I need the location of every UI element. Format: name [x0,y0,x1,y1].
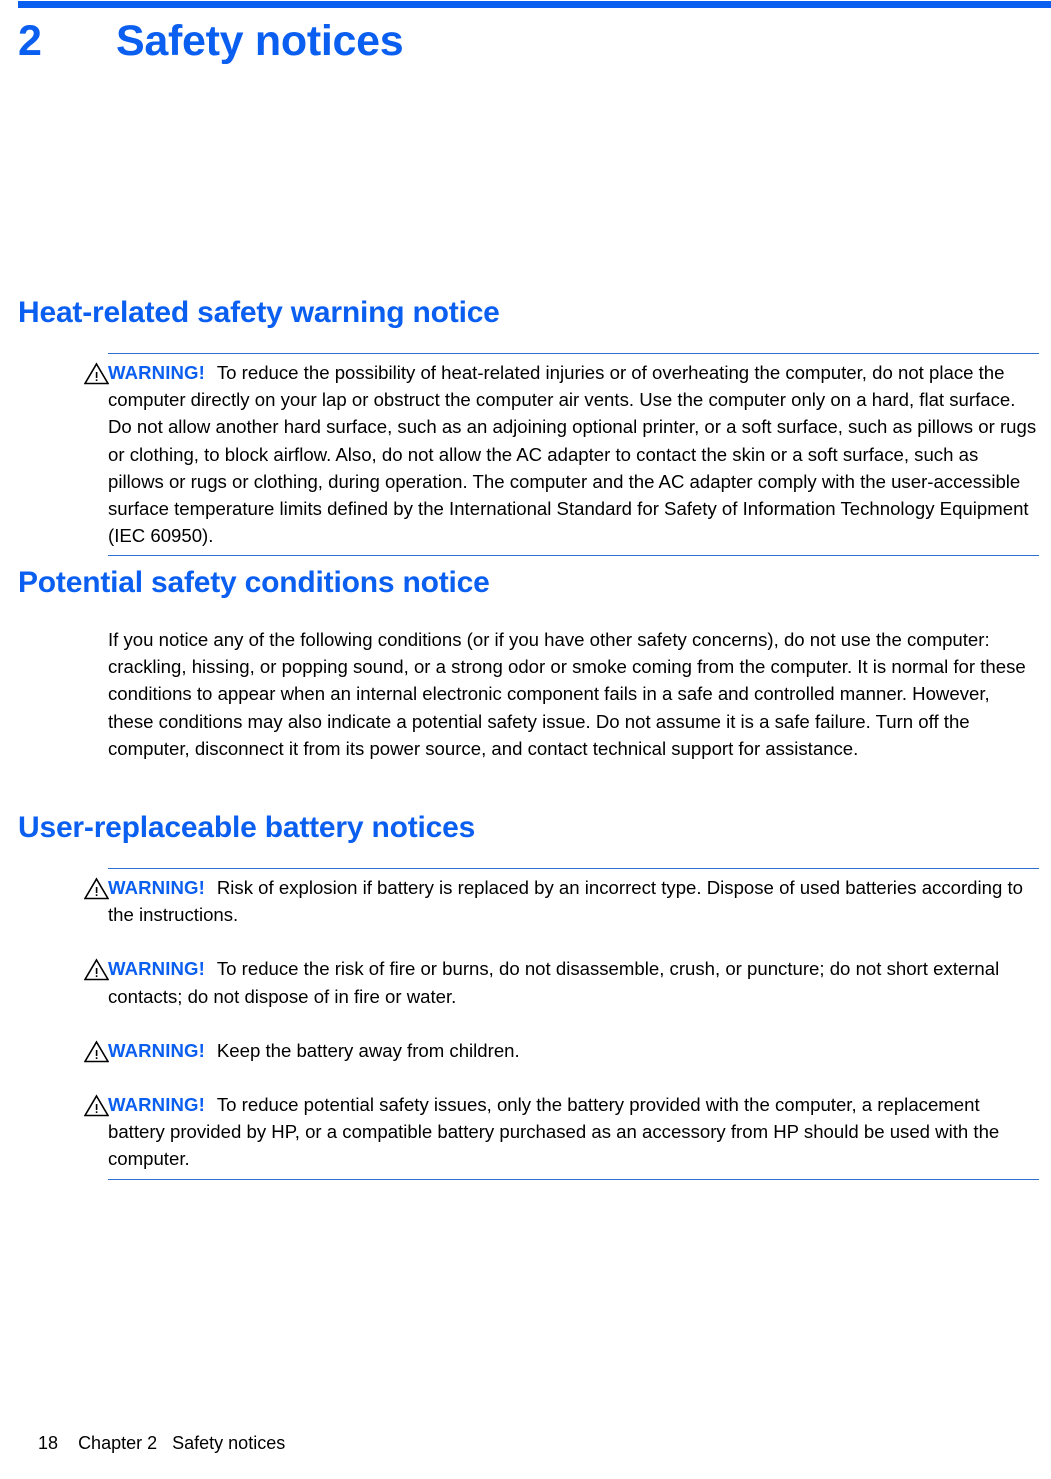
page-title: 2 Safety notices [18,17,1018,66]
warning-note: WARNING! To reduce the possibility of hea… [18,353,1045,557]
footer-page-number: 18 [38,1433,59,1453]
footer-chapter-ref: Chapter 2 [78,1433,158,1453]
warning-note-paragraph: WARNING! Risk of explosion if battery is … [108,874,1039,928]
warning-label: WARNING! [108,1039,205,1061]
warning-label: WARNING! [108,1094,205,1116]
section-potential-safety: Potential safety conditions notice If yo… [18,566,1045,762]
section-heading: User-replaceable battery notices [18,811,476,844]
warning-triangle-icon [83,362,110,385]
page-footer: 18 Chapter 2 Safety notices [18,1407,285,1479]
warning-label: WARNING! [108,362,205,383]
warning-triangle-icon [83,1094,110,1117]
header-rule [18,1,1051,8]
warning-triangle-icon [83,877,110,900]
section-heading: Potential safety conditions notice [18,566,490,599]
warning-note-paragraph: WARNING! Keep the battery away from child… [108,1037,1039,1064]
warning-text: To reduce the possibility of heat-relate… [108,362,1037,547]
chapter-number: 2 [18,17,42,65]
section-heading: Heat-related safety warning notice [18,296,500,329]
document-page: 2 Safety notices Heat-related safety war… [0,0,1051,1453]
warning-note: WARNING! To reduce the risk of fire or bu… [18,955,1045,1009]
section-battery-notices: User-replaceable battery notices WARNING… [18,811,1045,1180]
warning-text: To reduce the risk of fire or burns, do … [108,958,1000,1007]
warning-text: Risk of explosion if battery is replaced… [108,877,1024,926]
chapter-title-text: Safety notices [116,17,404,65]
warning-text: To reduce potential safety issues, only … [108,1094,1000,1170]
warning-label: WARNING! [108,877,205,898]
warning-note-paragraph: WARNING! To reduce potential safety issue… [108,1091,1039,1173]
warning-label: WARNING! [108,958,205,980]
warning-triangle-icon [83,1040,110,1063]
warning-text: Keep the battery away from children. [216,1039,520,1061]
footer-chapter-name: Safety notices [172,1433,286,1453]
warning-note-paragraph: WARNING! To reduce the risk of fire or bu… [108,955,1039,1009]
warning-note: WARNING! To reduce potential safety issue… [18,1091,1045,1180]
warning-note: WARNING! Risk of explosion if battery is … [18,868,1045,928]
warning-triangle-icon [83,958,110,981]
section-paragraph: If you notice any of the following condi… [108,629,1026,759]
section-heat-related: Heat-related safety warning notice WARNI… [18,296,1045,557]
warning-note: WARNING! Keep the battery away from child… [18,1037,1045,1064]
warning-note-paragraph: WARNING! To reduce the possibility of hea… [108,359,1039,549]
